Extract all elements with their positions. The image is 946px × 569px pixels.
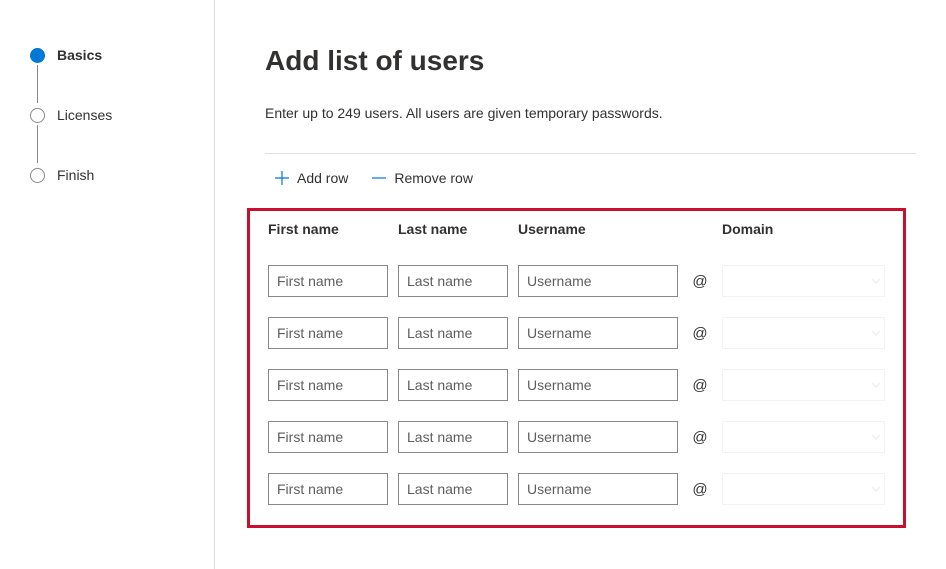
domain-select[interactable] <box>722 473 885 505</box>
username-input[interactable] <box>518 265 678 297</box>
minus-icon <box>372 171 386 185</box>
plus-icon <box>275 171 289 185</box>
step-label: Finish <box>57 167 94 183</box>
table-row: @ <box>268 369 885 401</box>
at-symbol: @ <box>688 273 712 290</box>
main-content: Add list of users Enter up to 249 users.… <box>215 0 946 569</box>
domain-select[interactable] <box>722 317 885 349</box>
step-basics[interactable]: Basics <box>30 45 194 65</box>
step-label: Basics <box>57 47 102 63</box>
at-symbol: @ <box>688 377 712 394</box>
col-header-first-name: First name <box>268 221 388 237</box>
remove-row-button[interactable]: Remove row <box>370 166 475 190</box>
at-symbol: @ <box>688 481 712 498</box>
table-header: First name Last name Username Domain <box>268 221 885 237</box>
table-row: @ <box>268 317 885 349</box>
username-input[interactable] <box>518 421 678 453</box>
at-symbol: @ <box>688 429 712 446</box>
remove-row-label: Remove row <box>394 170 473 186</box>
wizard-sidebar: Basics Licenses Finish <box>0 0 215 569</box>
page-title: Add list of users <box>265 45 916 77</box>
subtitle: Enter up to 249 users. All users are giv… <box>265 105 916 121</box>
first-name-input[interactable] <box>268 421 388 453</box>
divider <box>265 153 916 154</box>
step-dot-icon <box>30 168 45 183</box>
first-name-input[interactable] <box>268 473 388 505</box>
step-list: Basics Licenses Finish <box>30 45 194 185</box>
add-row-button[interactable]: Add row <box>273 166 350 190</box>
step-licenses[interactable]: Licenses <box>30 105 194 125</box>
domain-select[interactable] <box>722 265 885 297</box>
col-header-domain: Domain <box>722 221 885 237</box>
last-name-input[interactable] <box>398 421 508 453</box>
last-name-input[interactable] <box>398 369 508 401</box>
step-dot-icon <box>30 108 45 123</box>
at-symbol: @ <box>688 325 712 342</box>
first-name-input[interactable] <box>268 317 388 349</box>
toolbar: Add row Remove row <box>265 166 916 190</box>
col-header-username: Username <box>518 221 678 237</box>
step-finish[interactable]: Finish <box>30 165 194 185</box>
user-table-highlight: First name Last name Username Domain @ @… <box>247 208 906 528</box>
step-dot-icon <box>30 48 45 63</box>
username-input[interactable] <box>518 369 678 401</box>
username-input[interactable] <box>518 473 678 505</box>
first-name-input[interactable] <box>268 369 388 401</box>
table-row: @ <box>268 473 885 505</box>
domain-select[interactable] <box>722 369 885 401</box>
last-name-input[interactable] <box>398 473 508 505</box>
add-row-label: Add row <box>297 170 348 186</box>
step-label: Licenses <box>57 107 112 123</box>
domain-select[interactable] <box>722 421 885 453</box>
col-header-last-name: Last name <box>398 221 508 237</box>
table-row: @ <box>268 421 885 453</box>
username-input[interactable] <box>518 317 678 349</box>
last-name-input[interactable] <box>398 317 508 349</box>
table-row: @ <box>268 265 885 297</box>
last-name-input[interactable] <box>398 265 508 297</box>
first-name-input[interactable] <box>268 265 388 297</box>
